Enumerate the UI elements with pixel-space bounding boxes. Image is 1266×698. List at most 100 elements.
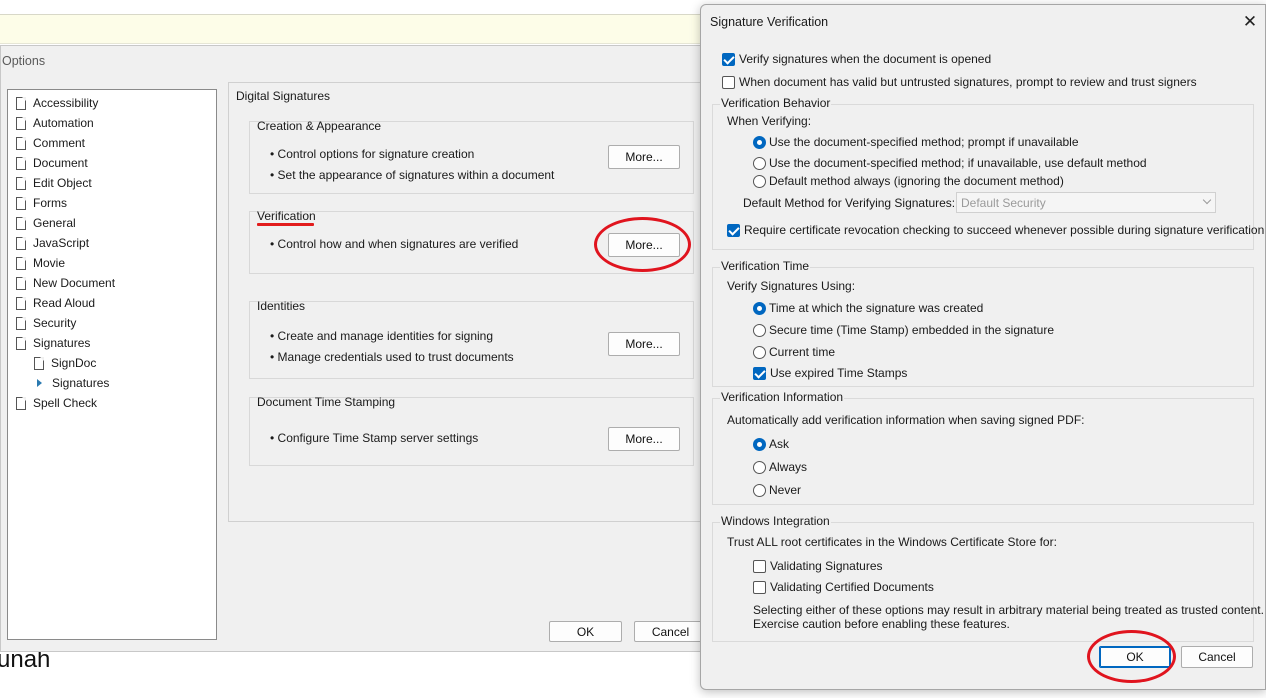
preferences-title: Options — [2, 54, 46, 68]
page-icon — [16, 116, 26, 130]
radio-selected[interactable] — [753, 301, 766, 315]
category-item[interactable]: Accessibility — [8, 93, 216, 113]
preferences-ok-button[interactable]: OK — [549, 621, 622, 642]
group-bullet: • Create and manage identities for signi… — [270, 329, 494, 343]
windows-subtitle: Trust ALL root certificates in the Windo… — [727, 535, 1057, 549]
page-icon — [16, 256, 26, 270]
behavior-option-prompt[interactable]: Use the document-specified method; promp… — [753, 133, 1079, 151]
category-list[interactable]: Accessibility Automation Comment Documen… — [7, 89, 217, 640]
option-label: Current time — [769, 345, 836, 359]
time-option-current[interactable]: Current time — [753, 343, 835, 361]
category-label: Security — [33, 316, 77, 330]
category-label: Edit Object — [33, 176, 92, 190]
checkbox-unchecked[interactable] — [722, 75, 735, 89]
page-icon — [34, 356, 44, 370]
identities-group: Identities • Create and manage identitie… — [249, 299, 694, 379]
group-title: Verification Information — [720, 390, 845, 404]
radio-selected[interactable] — [753, 135, 766, 149]
group-title: Creation & Appearance — [257, 119, 382, 133]
group-title: Verification Behavior — [720, 96, 832, 110]
checkbox-checked[interactable] — [727, 223, 740, 237]
verification-group: Verification • Control how and when sign… — [249, 209, 694, 274]
panel-title: Digital Signatures — [236, 89, 331, 103]
background-notification-bar — [0, 14, 710, 44]
page-icon — [16, 96, 26, 110]
chevron-down-icon — [1202, 195, 1212, 205]
category-item[interactable]: Signatures — [8, 333, 216, 353]
page-icon — [16, 396, 26, 410]
info-option-ask[interactable]: Ask — [753, 435, 789, 453]
verify-on-open-option[interactable]: Verify signatures when the document is o… — [722, 50, 991, 68]
category-label: Automation — [33, 116, 94, 130]
preferences-window: Options Accessibility Automation Comment… — [0, 45, 712, 652]
verification-more-button[interactable]: More... — [608, 233, 680, 257]
creation-more-button[interactable]: More... — [608, 145, 680, 169]
category-label: SignDoc — [51, 356, 97, 370]
checkbox-checked[interactable] — [753, 366, 766, 380]
time-subtitle: Verify Signatures Using: — [727, 279, 856, 293]
dialog-cancel-button[interactable]: Cancel — [1181, 646, 1253, 668]
expired-timestamps-option[interactable]: Use expired Time Stamps — [753, 364, 907, 382]
close-icon[interactable]: ✕ — [1239, 11, 1261, 33]
caret-right-icon — [37, 379, 42, 387]
radio-unselected[interactable] — [753, 345, 766, 359]
prompt-untrusted-option[interactable]: When document has valid but untrusted si… — [722, 73, 1197, 91]
category-item[interactable]: General — [8, 213, 216, 233]
option-label: Use expired Time Stamps — [770, 366, 908, 380]
info-option-always[interactable]: Always — [753, 458, 807, 476]
revocation-option[interactable]: Require certificate revocation checking … — [727, 221, 1264, 239]
page-icon — [16, 276, 26, 290]
radio-unselected[interactable] — [753, 323, 766, 337]
validating-certified-documents-option[interactable]: Validating Certified Documents — [753, 578, 934, 596]
dialog-title: Signature Verification — [710, 15, 829, 29]
category-item[interactable]: Edit Object — [8, 173, 216, 193]
radio-unselected[interactable] — [753, 460, 766, 474]
behavior-option-default-always[interactable]: Default method always (ignoring the docu… — [753, 172, 1064, 190]
group-title: Identities — [257, 299, 306, 313]
group-title: Verification Time — [720, 259, 811, 273]
option-label: Use the document-specified method; if un… — [769, 156, 1147, 170]
category-label: Signatures — [52, 376, 110, 390]
radio-selected[interactable] — [753, 437, 766, 451]
category-label: Spell Check — [33, 396, 98, 410]
option-label: Require certificate revocation checking … — [744, 223, 1265, 237]
category-item-signatures-selected[interactable]: Signatures — [8, 373, 216, 393]
validating-signatures-option[interactable]: Validating Signatures — [753, 557, 883, 575]
category-item[interactable]: Read Aloud — [8, 293, 216, 313]
option-label: Ask — [769, 437, 790, 451]
checkbox-checked[interactable] — [722, 52, 735, 66]
preferences-cancel-button[interactable]: Cancel — [634, 621, 707, 642]
identities-more-button[interactable]: More... — [608, 332, 680, 356]
digital-signatures-panel: Digital Signatures Creation & Appearance… — [228, 82, 703, 522]
category-item[interactable]: New Document — [8, 273, 216, 293]
dialog-ok-button[interactable]: OK — [1099, 646, 1171, 668]
time-option-secure-time[interactable]: Secure time (Time Stamp) embedded in the… — [753, 321, 1054, 339]
behavior-subtitle: When Verifying: — [727, 114, 812, 128]
checkbox-unchecked[interactable] — [753, 580, 766, 594]
default-method-select[interactable]: Default Security — [956, 192, 1216, 213]
group-bullet: • Set the appearance of signatures withi… — [270, 168, 555, 182]
category-item[interactable]: Comment — [8, 133, 216, 153]
group-bullet: • Configure Time Stamp server settings — [270, 431, 479, 445]
info-option-never[interactable]: Never — [753, 481, 801, 499]
category-label: JavaScript — [33, 236, 90, 250]
checkbox-unchecked[interactable] — [753, 559, 766, 573]
category-item[interactable]: Automation — [8, 113, 216, 133]
category-item-signdoc[interactable]: SignDoc — [8, 353, 216, 373]
category-item[interactable]: JavaScript — [8, 233, 216, 253]
category-label: New Document — [33, 276, 116, 290]
page-icon — [16, 156, 26, 170]
category-item[interactable]: Movie — [8, 253, 216, 273]
radio-unselected[interactable] — [753, 483, 766, 497]
radio-unselected[interactable] — [753, 156, 766, 170]
category-item[interactable]: Document — [8, 153, 216, 173]
category-item[interactable]: Spell Check — [8, 393, 216, 413]
category-label: Comment — [33, 136, 86, 150]
info-subtitle: Automatically add verification informati… — [727, 413, 1085, 427]
category-item[interactable]: Security — [8, 313, 216, 333]
behavior-option-default-fallback[interactable]: Use the document-specified method; if un… — [753, 154, 1147, 172]
radio-unselected[interactable] — [753, 174, 766, 188]
timestamping-more-button[interactable]: More... — [608, 427, 680, 451]
category-item[interactable]: Forms — [8, 193, 216, 213]
time-option-signature-created[interactable]: Time at which the signature was created — [753, 299, 983, 317]
